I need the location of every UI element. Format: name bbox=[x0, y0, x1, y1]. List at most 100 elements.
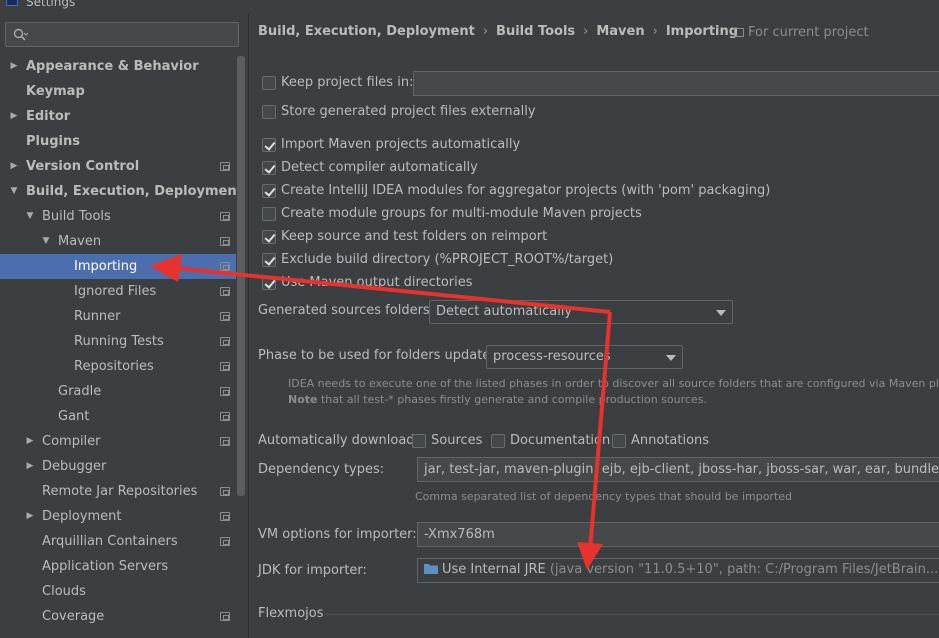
tree-item-label: Maven bbox=[58, 234, 102, 249]
tree-item-label: Ignored Files bbox=[74, 284, 157, 299]
chevron-down-icon[interactable]: ▼ bbox=[41, 229, 51, 254]
tree-item[interactable]: Coverage bbox=[0, 604, 236, 629]
tree-item[interactable]: Plugins bbox=[0, 129, 236, 154]
search-icon bbox=[13, 28, 28, 41]
tree-item[interactable]: Gradle bbox=[0, 379, 236, 404]
phase-hint-text: that all test-* phases firstly generate … bbox=[317, 393, 707, 406]
tree-item[interactable]: Gant bbox=[0, 404, 236, 429]
flexmojos-section-title: Flexmojos bbox=[258, 606, 324, 621]
sidebar-scrollbar[interactable] bbox=[237, 56, 245, 496]
dependency-types-hint: Comma separated list of dependency types… bbox=[415, 490, 793, 503]
tree-item-label: Application Servers bbox=[42, 559, 169, 574]
breadcrumb: Build, Execution, Deployment › Build Tools… bbox=[258, 22, 738, 42]
tree-item[interactable]: ▼ Build, Execution, Deployment bbox=[0, 179, 243, 204]
project-scope-icon bbox=[220, 437, 230, 446]
create-modules-label: Create IntelliJ IDEA modules for aggrega… bbox=[281, 183, 771, 198]
tree-item[interactable]: ▶ Editor bbox=[0, 104, 236, 129]
tree-item-label: Build, Execution, Deployment bbox=[26, 184, 243, 199]
tree-item[interactable]: ▼ Build Tools bbox=[0, 204, 236, 229]
tree-item[interactable]: ▶ Version Control bbox=[0, 154, 236, 179]
vm-options-input[interactable]: -Xmx768m bbox=[417, 522, 939, 547]
store-externally-checkbox[interactable] bbox=[262, 105, 276, 119]
tree-item[interactable]: ▶ Appearance & Behavior bbox=[0, 54, 236, 79]
tree-item[interactable]: Running Tests bbox=[0, 329, 236, 354]
detect-compiler-checkbox[interactable] bbox=[262, 161, 276, 175]
auto-download-label: Automatically download: bbox=[258, 433, 419, 448]
chevron-right-icon[interactable]: ▶ bbox=[25, 454, 35, 479]
annotations-label: Annotations bbox=[631, 433, 710, 448]
tree-item-label: Keymap bbox=[26, 84, 85, 99]
chevron-right-icon[interactable]: ▶ bbox=[9, 104, 19, 129]
annotations-checkbox[interactable] bbox=[612, 434, 626, 448]
phase-value: process-resources bbox=[493, 349, 611, 364]
search-field[interactable] bbox=[5, 22, 239, 47]
keep-project-files-checkbox[interactable] bbox=[262, 76, 276, 90]
chevron-down-icon bbox=[716, 310, 726, 316]
exclude-build-label: Exclude build directory (%PROJECT_ROOT%/… bbox=[281, 252, 614, 267]
documentation-checkbox[interactable] bbox=[491, 434, 505, 448]
keep-source-label: Keep source and test folders on reimport bbox=[281, 229, 548, 244]
tree-item-label: Compiler bbox=[42, 434, 101, 449]
settings-sidebar: ▶ Appearance & Behavior Keymap ▶ Editor Plugi… bbox=[0, 14, 248, 638]
sources-label: Sources bbox=[431, 433, 483, 448]
window-title: Settings bbox=[26, 0, 76, 9]
keep-source-checkbox[interactable] bbox=[262, 230, 276, 244]
store-externally-label: Store generated project files externally bbox=[281, 104, 536, 119]
project-scope-icon bbox=[220, 537, 230, 546]
generated-sources-select[interactable]: Detect automatically bbox=[429, 300, 733, 324]
import-auto-checkbox[interactable] bbox=[262, 138, 276, 152]
create-modules-checkbox[interactable] bbox=[262, 184, 276, 198]
project-scope-icon bbox=[220, 212, 230, 221]
jdk-label: JDK for importer: bbox=[258, 563, 367, 578]
exclude-build-checkbox[interactable] bbox=[262, 253, 276, 267]
tree-item-label: Debugger bbox=[42, 459, 107, 474]
chevron-right-icon[interactable]: ▶ bbox=[9, 154, 19, 179]
chevron-right-icon[interactable]: ▶ bbox=[25, 504, 35, 529]
chevron-right-icon[interactable]: ▶ bbox=[9, 54, 19, 79]
tree-item[interactable]: Remote Jar Repositories bbox=[0, 479, 236, 504]
keep-project-files-input[interactable] bbox=[413, 71, 939, 96]
create-groups-label: Create module groups for multi-module Ma… bbox=[281, 206, 642, 221]
tree-item[interactable]: Runner bbox=[0, 304, 236, 329]
breadcrumb-item: Build Tools bbox=[496, 24, 576, 39]
detect-compiler-label: Detect compiler automatically bbox=[281, 160, 478, 175]
tree-item[interactable]: ▶ Deployment bbox=[0, 504, 236, 529]
tree-item[interactable]: Importing bbox=[0, 254, 236, 279]
tree-item[interactable]: ▶ Debugger bbox=[0, 454, 236, 479]
project-scope-icon bbox=[220, 237, 230, 246]
vm-options-label: VM options for importer: bbox=[258, 527, 417, 542]
dependency-types-input[interactable]: jar, test-jar, maven-plugin, ejb, ejb-cl… bbox=[417, 457, 939, 482]
tree-item-label: Coverage bbox=[42, 609, 105, 624]
project-scope-icon bbox=[220, 612, 230, 621]
tree-item-label: Deployment bbox=[42, 509, 122, 524]
chevron-down-icon bbox=[666, 355, 676, 361]
sources-checkbox[interactable] bbox=[412, 434, 426, 448]
chevron-down-icon[interactable]: ▼ bbox=[25, 204, 35, 229]
generated-sources-value: Detect automatically bbox=[436, 304, 573, 319]
breadcrumb-item: Importing bbox=[665, 24, 739, 39]
project-scope-icon bbox=[220, 337, 230, 346]
chevron-right-icon[interactable]: ▶ bbox=[25, 429, 35, 454]
phase-select[interactable]: process-resources bbox=[486, 345, 683, 369]
tree-item[interactable]: Clouds bbox=[0, 579, 236, 604]
tree-item-label: Build Tools bbox=[42, 209, 111, 224]
tree-item[interactable]: Ignored Files bbox=[0, 279, 236, 304]
chevron-down-icon[interactable]: ▼ bbox=[9, 179, 19, 204]
tree-item[interactable]: Application Servers bbox=[0, 554, 236, 579]
tree-item-label: Running Tests bbox=[74, 334, 164, 349]
project-scope-icon bbox=[220, 387, 230, 396]
create-groups-checkbox[interactable] bbox=[262, 207, 276, 221]
project-scope-icon bbox=[220, 287, 230, 296]
import-auto-label: Import Maven projects automatically bbox=[281, 137, 521, 152]
tree-item[interactable]: ▼ Maven bbox=[0, 229, 236, 254]
tree-item[interactable]: Repositories bbox=[0, 354, 236, 379]
tree-item[interactable]: Arquillian Containers bbox=[0, 529, 236, 554]
tree-item[interactable]: Keymap bbox=[0, 79, 236, 104]
breadcrumb-separator: › bbox=[482, 24, 489, 39]
tree-item[interactable]: ▶ Compiler bbox=[0, 429, 236, 454]
phase-hint-line2: Note that all test-* phases firstly gene… bbox=[288, 393, 707, 406]
tree-item-label: Repositories bbox=[74, 359, 154, 374]
jdk-select[interactable]: Use Internal JRE (java version "11.0.5+1… bbox=[417, 558, 939, 583]
use-output-checkbox[interactable] bbox=[262, 276, 276, 290]
breadcrumb-item: Maven bbox=[596, 24, 645, 39]
